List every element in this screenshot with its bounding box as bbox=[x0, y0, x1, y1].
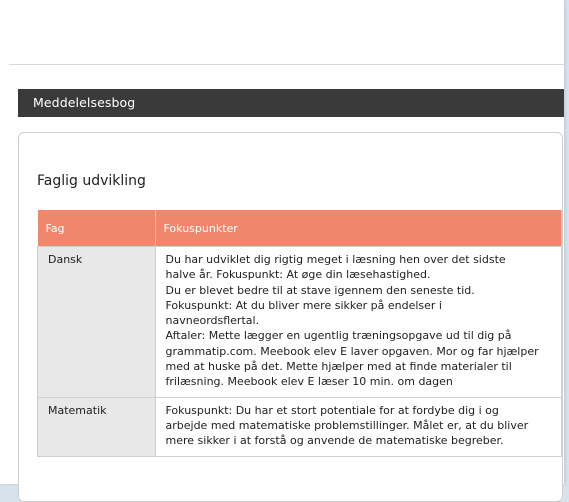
table-row-dansk: Dansk Du har udviklet dig rigtig meget i… bbox=[37, 246, 562, 398]
notes-line: med at huske på det. Mette hjælper med a… bbox=[165, 360, 512, 374]
notes-cell: Fokuspunkt: Du har et stort potentiale f… bbox=[155, 396, 562, 457]
notes-line: halve år. Fokuspunkt: At øge din læsehas… bbox=[165, 268, 431, 282]
notes-line: Fokuspunkt: At du bliver mere sikker på … bbox=[165, 298, 442, 312]
table-row-matematik: Matematik Fokuspunkt: Du har et stort po… bbox=[37, 396, 562, 457]
subject-cell: Dansk bbox=[37, 246, 156, 398]
table-header-row: Fag Fokuspunkter bbox=[37, 210, 562, 247]
notes-line: grammatip.com. Meebook elev E laver opga… bbox=[165, 344, 539, 358]
card-title: Faglig udvikling bbox=[37, 173, 146, 189]
faglig-udvikling-card: Faglig udvikling Fag Fokuspunkter Dansk … bbox=[18, 132, 563, 502]
notes-cell: Du har udviklet dig rigtig meget i læsni… bbox=[155, 246, 562, 398]
notes-line: navneordsflertal. bbox=[165, 314, 260, 328]
section-header-title: Meddelelsesbog bbox=[33, 95, 136, 110]
notes-line: Du er blevet bedre til at stave igennem … bbox=[165, 283, 475, 297]
page: Meddelelsesbog Faglig udvikling Fag Foku… bbox=[0, 0, 564, 502]
notes-line: frilæsning. Meebook elev E læser 10 min.… bbox=[165, 375, 453, 389]
notes-line: Du har udviklet dig rigtig meget i læsni… bbox=[165, 253, 506, 266]
column-header-fokuspunkter: Fokuspunkter bbox=[155, 210, 562, 247]
focus-table: Fag Fokuspunkter Dansk Du har udviklet d… bbox=[37, 210, 562, 457]
notes-line: arbejde med matematiske problemstillinge… bbox=[165, 418, 529, 432]
subject-cell: Matematik bbox=[37, 396, 156, 457]
top-divider bbox=[9, 64, 564, 65]
notes-line: Fokuspunkt: Du har et stort potentiale f… bbox=[165, 403, 499, 417]
section-header: Meddelelsesbog bbox=[18, 89, 564, 117]
column-header-fag: Fag bbox=[37, 210, 156, 247]
notes-line: mere sikker i at forstå og anvende de ma… bbox=[165, 434, 504, 448]
notes-line: Aftaler: Mette lægger en ugentlig trænin… bbox=[165, 329, 512, 343]
